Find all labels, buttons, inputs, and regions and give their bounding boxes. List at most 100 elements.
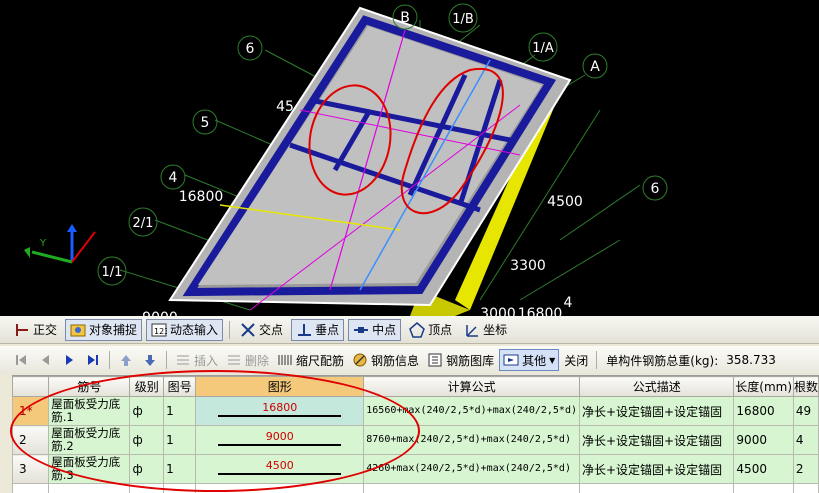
rebar-info-icon (352, 352, 368, 368)
table-row[interactable]: 3 屋面板受力底筋.3 ф 1 4500 4260+max(240/2,5*d)… (12, 454, 819, 484)
rebar-toolbar: 插入 删除 缩尺配筋 钢筋信息 钢筋图库 其他 ▼ 关闭 单构件钢筋总重(kg)… (0, 346, 819, 374)
header-figure-no[interactable]: 图号 (163, 376, 197, 397)
close-button[interactable]: 关闭 (561, 349, 591, 371)
length-cell[interactable]: 9000 (733, 425, 794, 455)
separator (166, 351, 167, 369)
other-menu-button[interactable]: 其他 ▼ (499, 349, 560, 371)
ortho-icon (14, 322, 30, 338)
header-length[interactable]: 长度(mm) (733, 376, 794, 397)
figure-no-cell[interactable] (163, 483, 197, 493)
header-grade[interactable]: 级别 (129, 376, 165, 397)
figure-no-cell[interactable]: 1 (163, 454, 197, 484)
table-row[interactable]: 1* 屋面板受力底筋.1 ф 1 16800 16560+max(240/2,5… (12, 396, 819, 426)
insert-button[interactable]: 插入 (172, 349, 221, 371)
separator (229, 320, 231, 339)
grade-cell[interactable]: ф (129, 425, 165, 455)
intersection-label: 交点 (259, 323, 284, 337)
move-down-button[interactable] (139, 349, 161, 371)
length-cell[interactable]: 16800 (733, 396, 794, 426)
formula-desc-cell[interactable]: 净长+设定锚固+设定锚固 (578, 396, 735, 426)
formula-desc-cell[interactable]: 净长+设定锚固+设定锚固 (578, 454, 735, 484)
count-cell[interactable] (792, 483, 819, 493)
shape-cell[interactable] (195, 483, 365, 493)
vertex-snap[interactable]: 顶点 (405, 319, 456, 341)
dim-4500: 4500 (547, 194, 583, 210)
count-cell[interactable]: 2 (792, 454, 819, 484)
formula-cell[interactable]: 8760+max(240/2,5*d)+max(240/2,5*d) (363, 425, 580, 455)
table-row[interactable]: 4 (12, 483, 819, 493)
scale-rebar-button[interactable]: 缩尺配筋 (274, 349, 347, 371)
grade-cell[interactable] (129, 483, 165, 493)
header-bar-no[interactable]: 筋号 (48, 376, 131, 397)
coordinate-icon (464, 322, 480, 338)
midpoint-label: 中点 (372, 323, 397, 337)
shape-length-label: 16800 (262, 401, 298, 414)
arrow-down-icon (142, 352, 158, 368)
dynamic-input-label: 动态输入 (170, 323, 219, 337)
row-number[interactable]: 2 (12, 425, 50, 455)
formula-cell[interactable]: 4260+max(240/2,5*d)+max(240/2,5*d) (363, 454, 580, 484)
ortho-toggle[interactable]: 正交 (10, 319, 61, 341)
formula-desc-cell[interactable] (578, 483, 735, 493)
midpoint-snap[interactable]: 中点 (348, 318, 402, 341)
first-record-button[interactable] (10, 349, 32, 371)
shape-cell[interactable]: 9000 (195, 425, 365, 455)
cad-viewport[interactable]: 6 5 4 2/1 1/1 B 1/B 1/A A 6 4 16800 4500… (0, 0, 819, 316)
shape-cell[interactable]: 4500 (195, 454, 365, 484)
dim-45: 45 (276, 99, 294, 115)
grade-cell[interactable]: ф (129, 454, 165, 484)
object-snap-toggle[interactable]: 对象捕捉 (65, 318, 143, 341)
header-count[interactable]: 根数 (792, 376, 819, 397)
axis-label-5: 5 (201, 115, 210, 131)
bar-name-cell[interactable] (48, 483, 131, 493)
header-formula[interactable]: 计算公式 (363, 376, 580, 397)
rebar-line (218, 444, 342, 446)
move-up-button[interactable] (115, 349, 137, 371)
coordinate-snap[interactable]: 坐标 (460, 319, 511, 341)
rebar-library-icon (427, 352, 443, 368)
dynamic-input-toggle[interactable]: 123 动态输入 (146, 318, 224, 341)
rebar-library-button[interactable]: 钢筋图库 (424, 349, 497, 371)
header-shape[interactable]: 图形 (195, 376, 365, 397)
dynamic-input-icon: 123 (151, 322, 169, 338)
bar-name-cell[interactable]: 屋面板受力底筋.3 (48, 454, 131, 484)
header-formula-desc[interactable]: 公式描述 (578, 376, 735, 397)
axis-label-4: 4 (169, 170, 178, 186)
svg-text:123: 123 (154, 327, 167, 336)
total-weight-label: 单构件钢筋总重(kg): (606, 353, 719, 368)
coordinate-label: 坐标 (483, 323, 508, 337)
next-record-button[interactable] (58, 349, 80, 371)
row-number[interactable]: 1* (12, 396, 50, 426)
last-record-button[interactable] (82, 349, 104, 371)
formula-desc-cell[interactable]: 净长+设定锚固+设定锚固 (578, 425, 735, 455)
figure-no-cell[interactable]: 1 (163, 425, 197, 455)
intersection-icon (240, 322, 256, 338)
chevron-down-icon: ▼ (549, 355, 556, 365)
formula-cell[interactable] (363, 483, 580, 493)
shape-cell[interactable]: 16800 (195, 396, 365, 426)
rebar-library-label: 钢筋图库 (446, 353, 495, 368)
arrow-up-icon (118, 352, 134, 368)
formula-cell[interactable]: 16560+max(240/2,5*d)+max(240/2,5*d) (363, 396, 580, 426)
intersection-snap[interactable]: 交点 (236, 319, 287, 341)
object-snap-icon (70, 322, 86, 338)
length-cell[interactable]: 4500 (733, 454, 794, 484)
table-row[interactable]: 2 屋面板受力底筋.2 ф 1 9000 8760+max(240/2,5*d)… (12, 425, 819, 455)
bar-name-cell[interactable]: 屋面板受力底筋.2 (48, 425, 131, 455)
rebar-info-button[interactable]: 钢筋信息 (349, 349, 422, 371)
bar-name-cell[interactable]: 屋面板受力底筋.1 (48, 396, 131, 426)
figure-no-cell[interactable]: 1 (163, 396, 197, 426)
insert-label: 插入 (194, 353, 219, 368)
rebar-line (218, 415, 342, 417)
perpendicular-snap[interactable]: 垂点 (291, 318, 345, 341)
row-number[interactable]: 3 (12, 454, 50, 484)
length-cell[interactable] (733, 483, 794, 493)
axis-label-a: A (590, 59, 600, 75)
prev-record-button[interactable] (34, 349, 56, 371)
vertex-icon (409, 321, 425, 338)
delete-button[interactable]: 删除 (223, 349, 272, 371)
count-cell[interactable]: 4 (792, 425, 819, 455)
grade-cell[interactable]: ф (129, 396, 165, 426)
count-cell[interactable]: 49 (792, 396, 819, 426)
row-number[interactable]: 4 (12, 483, 50, 493)
